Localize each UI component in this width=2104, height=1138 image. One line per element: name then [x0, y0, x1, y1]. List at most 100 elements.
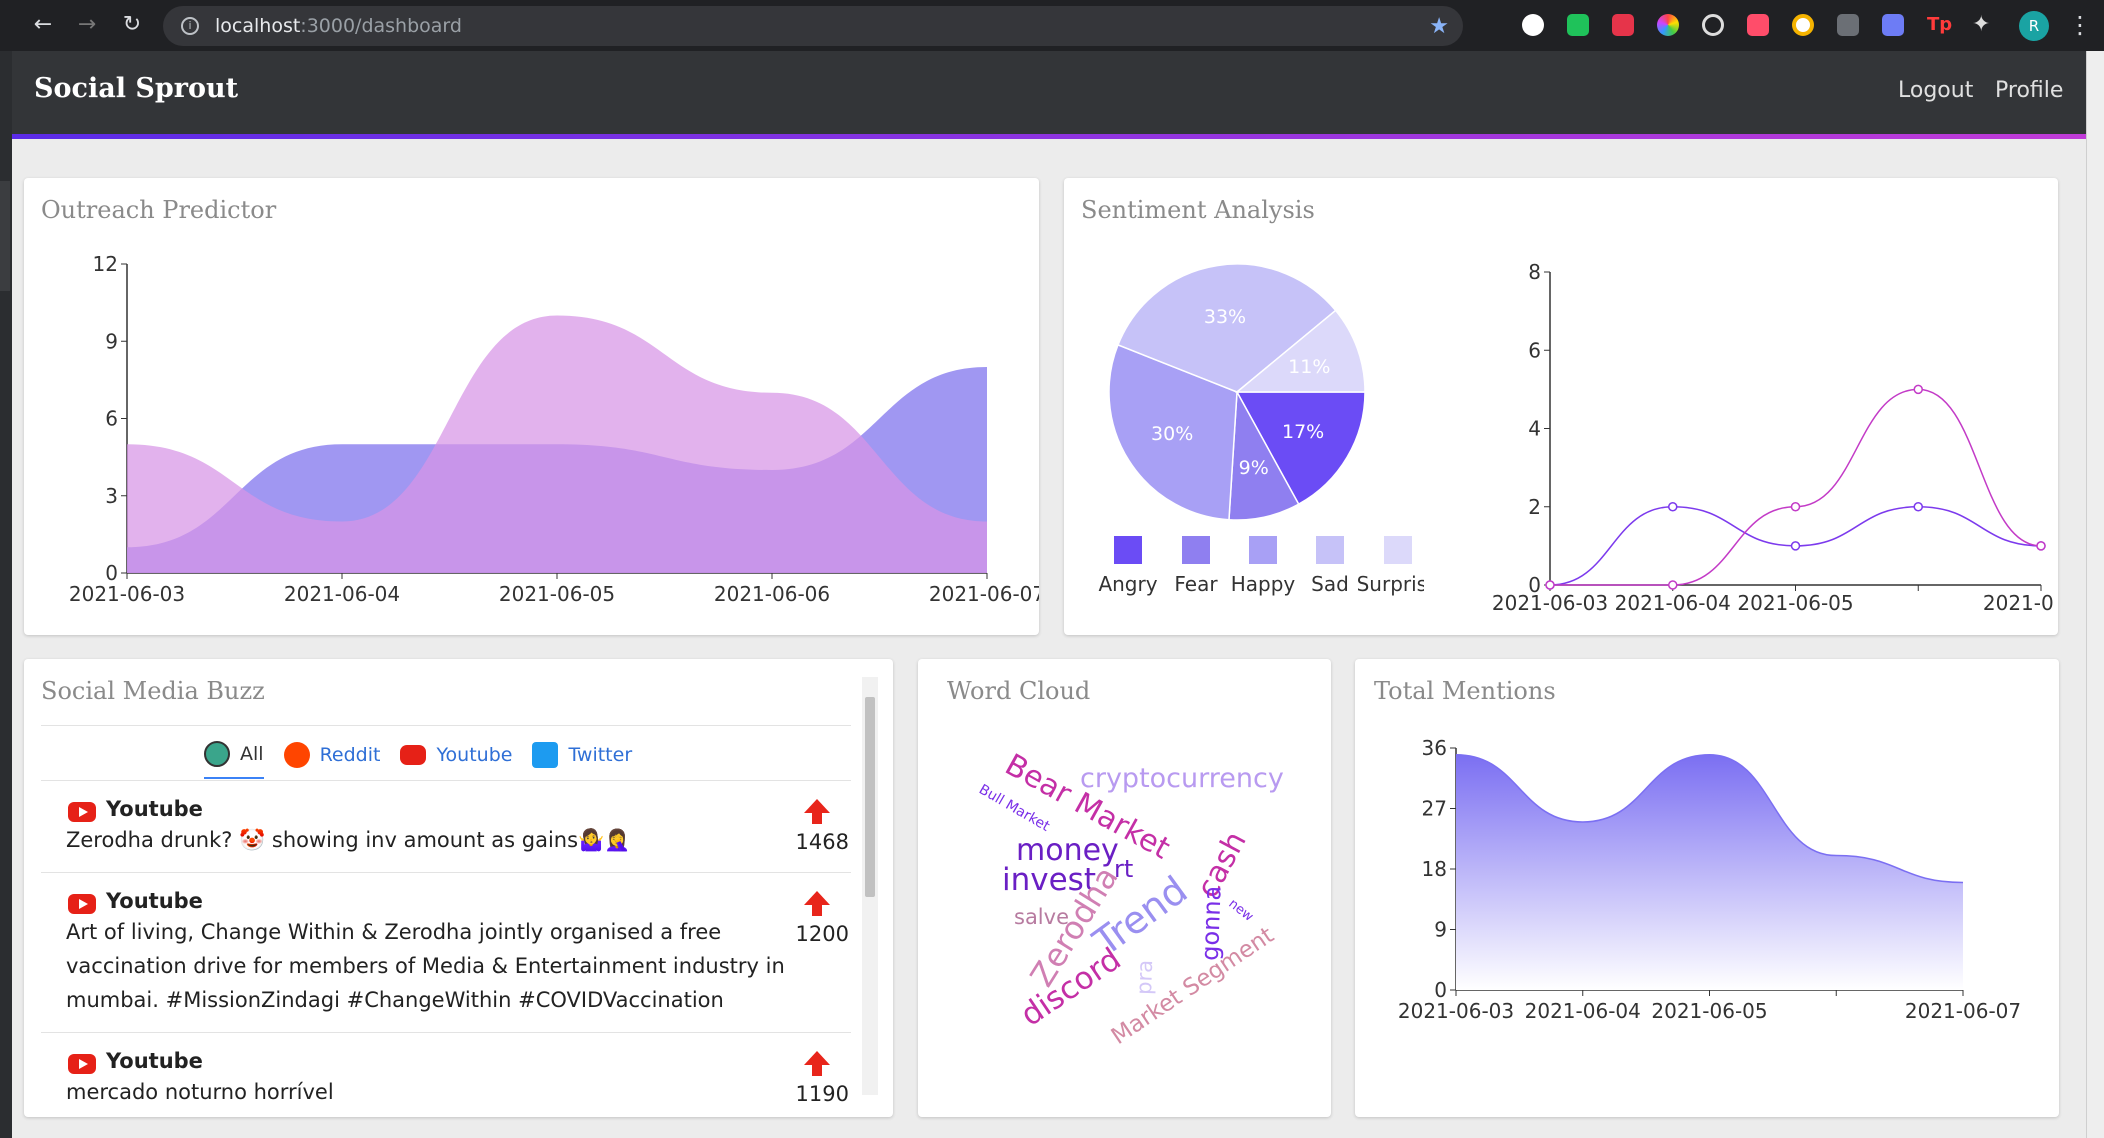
y-tick-label: 6 — [1528, 338, 1541, 362]
post-platform: Youtube — [106, 889, 203, 913]
extension-icon[interactable] — [1882, 14, 1904, 36]
x-tick-label: 2021-06-05 — [499, 582, 615, 606]
youtube-icon — [68, 1054, 96, 1074]
youtube-icon — [68, 802, 96, 822]
legend-swatch — [1114, 536, 1142, 564]
tab-twitter[interactable]: Twitter — [532, 742, 632, 778]
tab-youtube[interactable]: Youtube — [400, 744, 512, 776]
x-tick-label: 2021-06-04 — [1615, 591, 1731, 615]
y-tick-label: 18 — [1422, 857, 1447, 881]
url-host: localhost — [215, 15, 301, 37]
line-series — [1550, 388, 2042, 586]
line-point — [1545, 580, 1555, 590]
legend-swatch — [1249, 536, 1277, 564]
twitter-icon — [532, 742, 559, 768]
post-platform: Youtube — [106, 797, 203, 821]
y-tick-label: 4 — [1528, 417, 1541, 441]
x-tick-label: 2021-06-05 — [1651, 999, 1767, 1023]
x-tick-label: 2021-06-03 — [1492, 591, 1608, 615]
social-media-buzz-card: Social Media Buzz All Reddit Youtube Twi… — [24, 659, 893, 1117]
line-point — [1790, 541, 1801, 551]
y-tick-label: 6 — [105, 407, 118, 431]
x-tick-label: 2021-06-05 — [1737, 591, 1853, 615]
post-text: Art of living, Change Within & Zerodha j… — [66, 920, 785, 1012]
line-point — [2036, 541, 2046, 551]
post-count: 1190 — [795, 1082, 849, 1106]
legend-label: Angry — [1098, 572, 1157, 596]
bookmark-star-icon[interactable]: ★ — [1429, 14, 1449, 39]
shield-extension-icon[interactable] — [1567, 14, 1589, 36]
target-extension-icon[interactable] — [1702, 14, 1724, 36]
color-wheel-extension-icon[interactable] — [1657, 14, 1679, 36]
post-platform: Youtube — [106, 1049, 203, 1073]
post-text: Zerodha drunk? 🤡 showing inv amount as g… — [66, 828, 631, 852]
area-series — [127, 315, 987, 573]
sentiment-analysis-card: Sentiment Analysis 17% 9% 30% 33% 11% Angry Fe… — [1064, 178, 2058, 635]
buzz-scrollbar[interactable] — [862, 677, 878, 1095]
cloud-word[interactable]: cryptocurrency — [1080, 763, 1284, 794]
site-info-icon[interactable]: i — [181, 17, 199, 35]
scrollbar-thumb[interactable] — [865, 697, 875, 897]
pie-slice-label: 33% — [1204, 306, 1246, 328]
x-tick-label: 2021-06-07 — [929, 582, 1039, 606]
chart-extension-icon[interactable] — [1837, 14, 1859, 36]
x-tick-label: 2021-06-03 — [1398, 999, 1514, 1023]
tp-extension-icon[interactable]: Tp — [1927, 14, 1952, 36]
y-tick-label: 3 — [105, 484, 118, 508]
legend-label: Fear — [1174, 572, 1218, 596]
tab-reddit[interactable]: Reddit — [283, 742, 381, 778]
cloud-word[interactable]: new — [1226, 896, 1257, 925]
x-tick-label: 2021-06-03 — [69, 582, 185, 606]
left-edge — [0, 51, 12, 1138]
line-point — [1913, 384, 1923, 395]
pie-slice-label: 11% — [1288, 356, 1330, 378]
logout-link[interactable]: Logout — [1898, 78, 1973, 103]
tab-label: Reddit — [319, 744, 381, 766]
post-text: mercado noturno horrível — [66, 1080, 334, 1104]
tab-label: All — [240, 743, 264, 765]
tab-all[interactable]: All — [204, 741, 264, 779]
forward-icon[interactable]: → — [72, 10, 102, 40]
y-tick-label: 12 — [93, 252, 118, 276]
card-title: Social Media Buzz — [41, 677, 265, 705]
legend-swatch — [1316, 536, 1344, 564]
platform-tabs: All Reddit Youtube Twitter — [204, 741, 632, 779]
youtube-icon — [68, 894, 96, 914]
x-tick-label: 2021-06-04 — [284, 582, 400, 606]
upvote-arrow-icon[interactable] — [804, 891, 830, 916]
browser-menu-icon[interactable]: ⋮ — [2068, 10, 2092, 40]
brand-title[interactable]: Social Sprout — [34, 73, 238, 104]
total-mentions-area-chart: 091827362021-06-03 2021-06-04 2021-06-05 20… — [1398, 736, 2021, 1023]
profile-avatar[interactable]: R — [2019, 11, 2049, 41]
divider — [41, 725, 851, 726]
pie-slice-label: 9% — [1239, 457, 1269, 479]
cloud-word[interactable]: pra — [1132, 960, 1157, 996]
legend-swatch — [1384, 536, 1412, 564]
back-icon[interactable]: ← — [28, 10, 58, 40]
y-tick-label: 27 — [1422, 797, 1447, 821]
app-header: Social Sprout Logout Profile — [12, 51, 2086, 139]
address-bar[interactable]: i localhost:3000/dashboard ★ — [163, 6, 1463, 46]
y-tick-label: 9 — [105, 329, 118, 353]
page-scrollbar[interactable] — [2086, 51, 2104, 1138]
profile-link[interactable]: Profile — [1995, 78, 2063, 103]
legend-label: Sad — [1311, 572, 1349, 596]
outreach-area-chart: 0369122021-06-03 2021-06-04 2021-06-05 2021… — [69, 252, 1039, 606]
video-extension-icon[interactable] — [1747, 14, 1769, 36]
y-tick-label: 36 — [1422, 736, 1447, 760]
puzzle-extensions-icon[interactable]: ✦ — [1972, 14, 1994, 36]
extension-icon[interactable] — [1522, 14, 1544, 36]
line-point — [1668, 580, 1678, 590]
upvote-arrow-icon[interactable] — [804, 1051, 830, 1076]
extension-icon[interactable] — [1612, 14, 1634, 36]
post-count: 1468 — [795, 830, 849, 854]
tab-label: Twitter — [568, 744, 633, 766]
word-cloud: Bear Market cryptocurrency Bull Market m… — [976, 747, 1284, 1050]
reload-icon[interactable]: ↻ — [117, 10, 147, 40]
upvote-arrow-icon[interactable] — [804, 799, 830, 824]
divider — [41, 780, 851, 781]
divider — [41, 872, 851, 873]
line-point — [1790, 502, 1801, 512]
url-path: :3000/dashboard — [300, 15, 462, 37]
extension-icon[interactable] — [1792, 14, 1814, 36]
